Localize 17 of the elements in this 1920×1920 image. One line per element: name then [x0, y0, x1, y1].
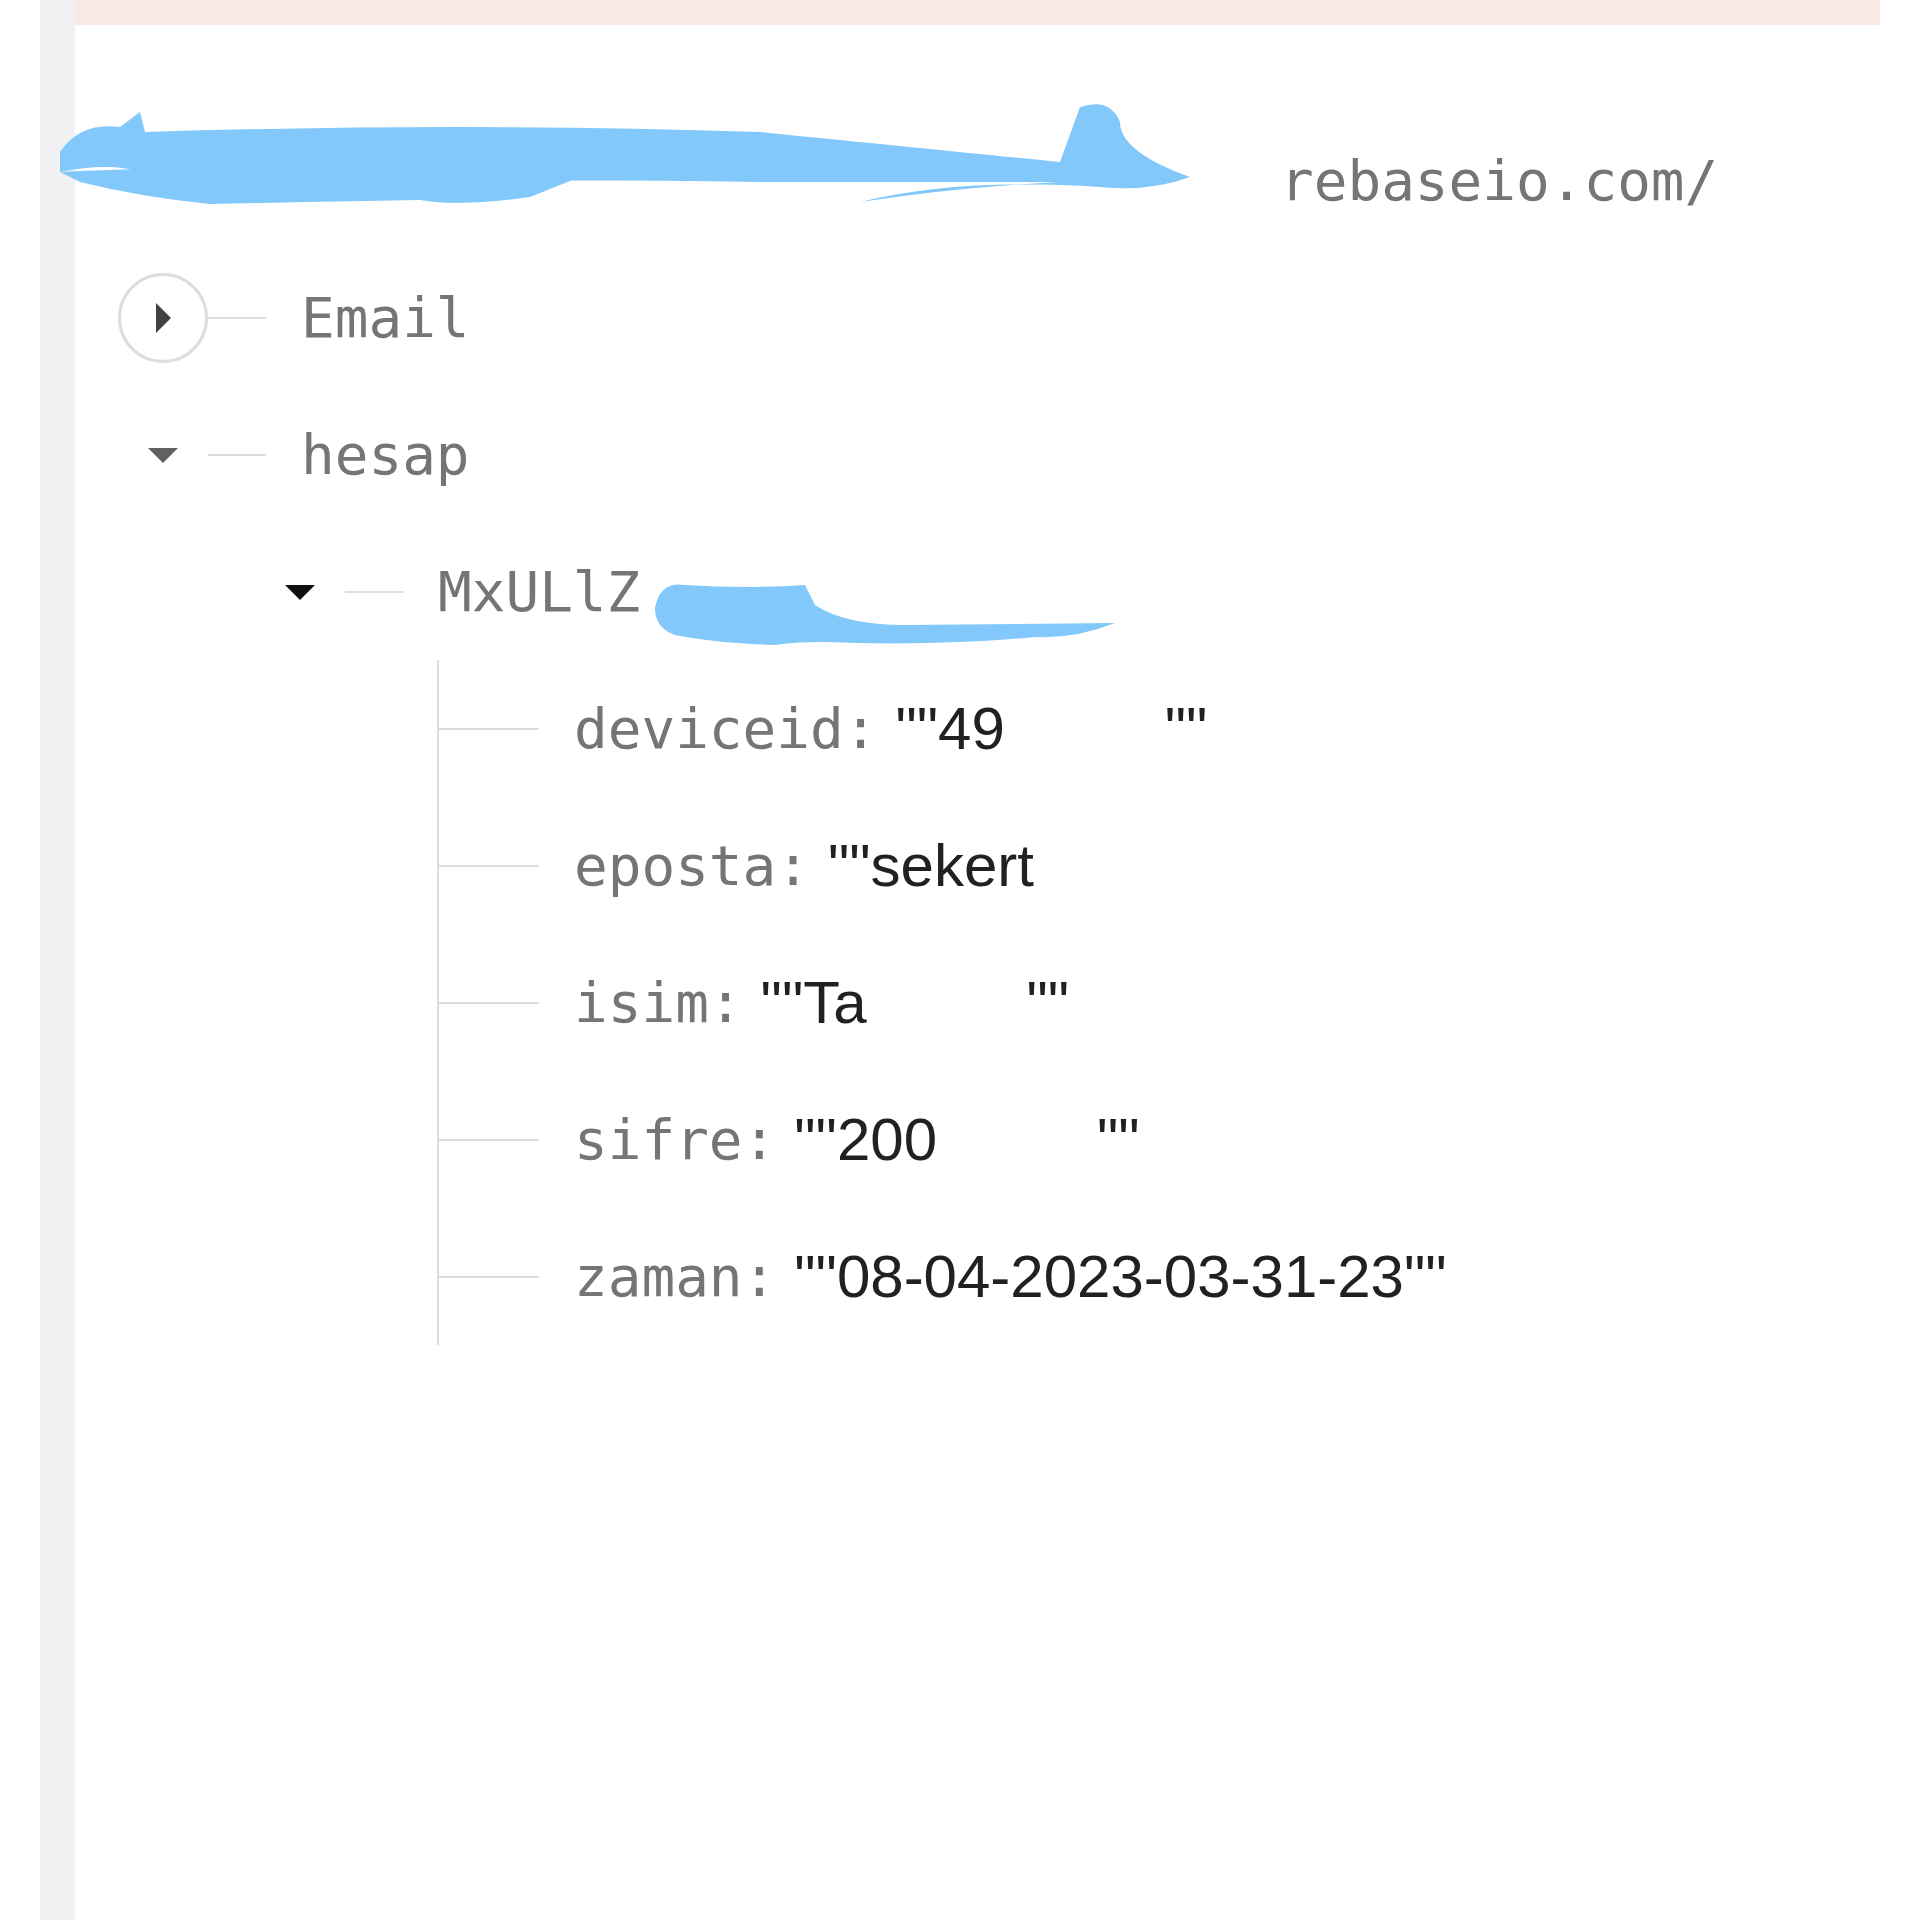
node-value: ""49	[895, 693, 1005, 764]
node-value: ""	[1164, 693, 1208, 764]
node-key: sifre:	[574, 1097, 777, 1182]
node-key: MxULlZ	[438, 549, 641, 634]
node-value: ""	[1026, 967, 1070, 1038]
node-value: ""sekert	[828, 830, 1034, 901]
node-value: ""08-04-2023-03-31-23""	[794, 1241, 1447, 1312]
node-key: isim:	[574, 960, 743, 1045]
database-url: rebaseio.com/	[1280, 146, 1719, 215]
node-key: deviceid:	[574, 686, 878, 771]
node-key: eposta:	[574, 823, 810, 908]
node-value: ""200	[794, 1104, 937, 1175]
node-key: hesap	[301, 412, 470, 497]
node-key: zaman:	[574, 1234, 777, 1319]
node-value: ""	[1097, 1104, 1140, 1175]
node-key: Email	[301, 275, 470, 360]
node-value: ""Ta	[760, 967, 867, 1038]
